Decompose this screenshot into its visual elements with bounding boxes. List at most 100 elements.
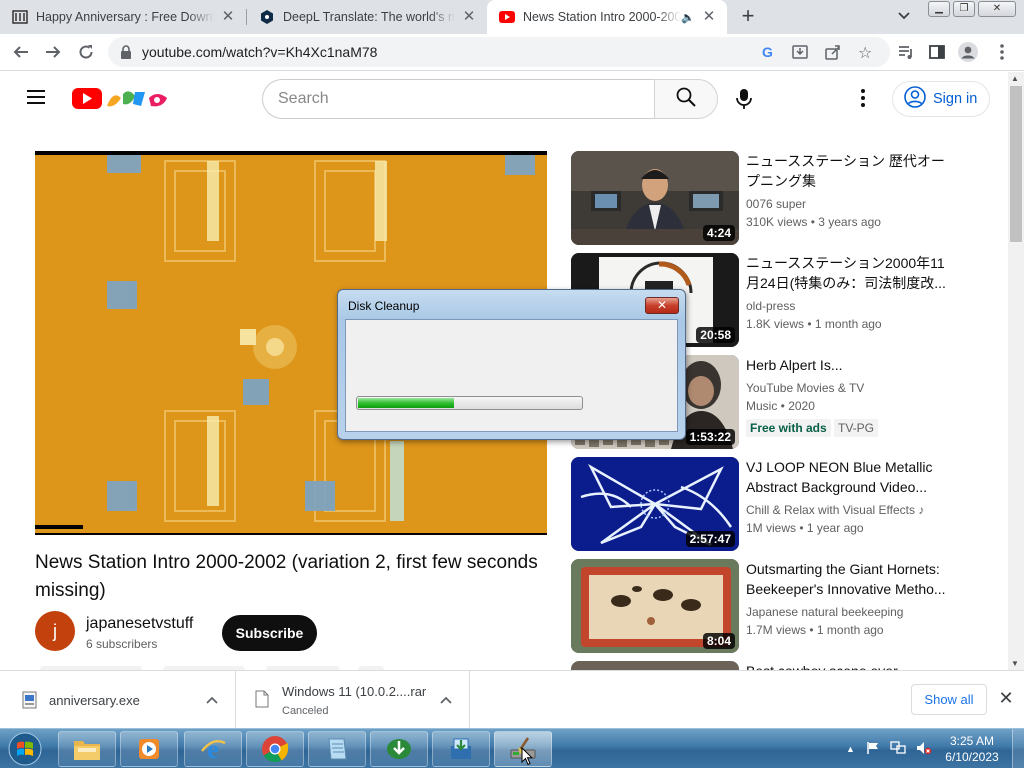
channel-name[interactable]: japanesetvstuff [86, 615, 193, 633]
dialog-close-button[interactable]: ✕ [645, 297, 679, 314]
recommendation-channel[interactable]: old-press [746, 297, 795, 315]
address-bar[interactable]: youtube.com/watch?v=Kh4Xc1naM78 G ☆ [108, 37, 890, 67]
tab-happy-anniversary[interactable]: Happy Anniversary : Free Downlo ✕ [0, 0, 246, 34]
install-app-icon[interactable] [792, 44, 808, 65]
scroll-down-arrow-icon[interactable]: ▼ [1011, 659, 1019, 668]
recommendation-meta: 1.8K views • 1 month ago [746, 317, 882, 331]
youtube-logo[interactable] [71, 86, 175, 117]
lock-icon[interactable] [120, 45, 132, 64]
profile-avatar-icon[interactable] [958, 42, 978, 62]
download-item[interactable]: Windows 11 (10.0.2....rar Canceled [236, 671, 470, 729]
forward-arrow-icon[interactable] [43, 42, 63, 62]
show-all-button[interactable]: Show all [911, 684, 987, 715]
tab-close-icon[interactable]: ✕ [220, 9, 236, 25]
reload-icon[interactable] [76, 42, 96, 62]
google-translate-icon[interactable]: G [762, 44, 773, 60]
svg-text:e: e [207, 735, 219, 763]
download-item[interactable]: anniversary.exe [0, 671, 236, 729]
side-panel-icon[interactable] [927, 42, 947, 62]
settings-menu-icon[interactable] [861, 89, 865, 112]
taskbar-explorer[interactable] [58, 731, 116, 767]
recommendation-title[interactable]: ニュースステーション2000年11月24日(特集のみ：司法制度改... [746, 253, 956, 293]
action-center-flag-icon[interactable] [866, 741, 880, 760]
recommendation-meta: 1.7M views • 1 month ago [746, 623, 884, 637]
tab-close-icon[interactable]: ✕ [701, 9, 717, 25]
back-arrow-icon[interactable] [11, 42, 31, 62]
recommendation-item[interactable]: 4:24 ニュースステーション 歴代オープニング集 0076 super 310… [571, 151, 1001, 245]
download-filename: Windows 11 (10.0.2....rar [282, 684, 427, 699]
file-icon [255, 690, 269, 713]
show-desktop-button[interactable] [1012, 729, 1024, 768]
duration-badge: 8:04 [702, 633, 735, 649]
duration-badge: 20:58 [696, 327, 735, 343]
rating-badge: TV-PG [834, 419, 879, 437]
video-thumbnail[interactable]: 4:24 [571, 151, 739, 245]
tab-youtube-active[interactable]: News Station Intro 2000-2002 🔈 ✕ [487, 0, 727, 34]
chrome-menu-icon[interactable] [992, 42, 1012, 62]
tab-strip: Happy Anniversary : Free Downlo ✕ DeepL … [0, 0, 1024, 34]
taskbar-installer[interactable] [432, 731, 490, 767]
tab-title: DeepL Translate: The world's mo [283, 10, 455, 24]
video-thumbnail[interactable]: 8:04 [571, 559, 739, 653]
sign-in-button[interactable]: Sign in [892, 81, 990, 117]
recommendation-item[interactable]: 8:04 Outsmarting the Giant Hornets: Beek… [571, 559, 1001, 653]
search-button[interactable] [654, 79, 718, 119]
recommendation-channel[interactable]: Chill & Relax with Visual Effects ♪ [746, 501, 924, 519]
search-input[interactable]: Search [262, 79, 655, 119]
duration-badge: 4:24 [702, 225, 735, 241]
minimize-button[interactable]: ▁ [928, 1, 950, 17]
chevron-up-icon[interactable] [206, 693, 218, 707]
subscribe-button[interactable]: Subscribe [222, 615, 317, 651]
channel-avatar[interactable]: j [35, 611, 75, 651]
tab-title: Happy Anniversary : Free Downlo [36, 10, 214, 24]
duration-badge: 1:53:22 [685, 429, 735, 445]
recommendation-item[interactable]: Best cowboy scene ever [571, 661, 1001, 670]
windows-taskbar: e ▲ 3:25 AM 6/10/2023 [0, 728, 1024, 768]
audio-playing-icon[interactable]: 🔈 [681, 11, 695, 24]
recommendation-title[interactable]: VJ LOOP NEON Blue Metallic Abstract Back… [746, 457, 956, 497]
download-bar: anniversary.exe Windows 11 (10.0.2....ra… [0, 670, 1024, 729]
media-controls-icon[interactable] [896, 42, 916, 62]
recommendation-title[interactable]: ニュースステーション 歴代オープニング集 [746, 151, 956, 191]
restore-button[interactable]: ❐ [953, 1, 975, 17]
share-icon[interactable] [825, 44, 841, 65]
recommendation-title[interactable]: Outsmarting the Giant Hornets: Beekeeper… [746, 559, 956, 599]
taskbar-notepad[interactable] [308, 731, 366, 767]
video-title: News Station Intro 2000-2002 (variation … [35, 552, 538, 601]
network-icon[interactable] [890, 741, 906, 760]
progress-fill [358, 398, 454, 408]
new-tab-button[interactable]: + [736, 5, 760, 29]
installer-icon [451, 738, 471, 759]
recommendation-channel[interactable]: 0076 super [746, 195, 806, 213]
taskbar-media-player[interactable] [120, 731, 178, 767]
microphone-icon[interactable] [736, 88, 752, 115]
show-hidden-icons-icon[interactable]: ▲ [846, 744, 855, 754]
taskbar-download-manager[interactable] [370, 731, 428, 767]
taskbar-internet-explorer[interactable]: e [184, 731, 242, 767]
window-close-button[interactable]: ✕ [978, 1, 1016, 17]
taskbar-chrome[interactable] [246, 731, 304, 767]
recommendation-meta: Music • 2020 [746, 399, 815, 413]
recommendation-channel[interactable]: YouTube Movies & TV [746, 379, 864, 397]
recommendation-channel[interactable]: Japanese natural beekeeping [746, 603, 903, 621]
internet-explorer-icon: e [201, 735, 226, 763]
video-thumbnail[interactable] [571, 661, 739, 670]
recommendation-title[interactable]: Herb Alpert Is... [746, 355, 956, 375]
scrollbar-thumb[interactable] [1010, 86, 1022, 242]
volume-muted-icon[interactable] [916, 741, 932, 760]
bookmark-star-icon[interactable]: ☆ [858, 43, 872, 63]
download-bar-close-icon[interactable]: ✕ [997, 688, 1015, 708]
scroll-up-arrow-icon[interactable]: ▲ [1011, 74, 1019, 83]
sign-in-label: Sign in [933, 91, 978, 107]
hamburger-menu-icon[interactable] [27, 89, 45, 110]
recommendation-title[interactable]: Best cowboy scene ever [746, 661, 956, 670]
chevron-up-icon[interactable] [440, 693, 452, 707]
tab-search-chevron-icon[interactable] [894, 8, 914, 26]
recommendation-item[interactable]: 2:57:47 VJ LOOP NEON Blue Metallic Abstr… [571, 457, 1001, 551]
recommendation-meta: 1M views • 1 year ago [746, 521, 864, 535]
tab-deepl[interactable]: DeepL Translate: The world's mo ✕ [247, 0, 487, 34]
start-button[interactable] [3, 730, 47, 768]
tab-close-icon[interactable]: ✕ [461, 9, 477, 25]
taskbar-clock[interactable]: 3:25 AM 6/10/2023 [937, 733, 1007, 765]
video-thumbnail[interactable]: 2:57:47 [571, 457, 739, 551]
